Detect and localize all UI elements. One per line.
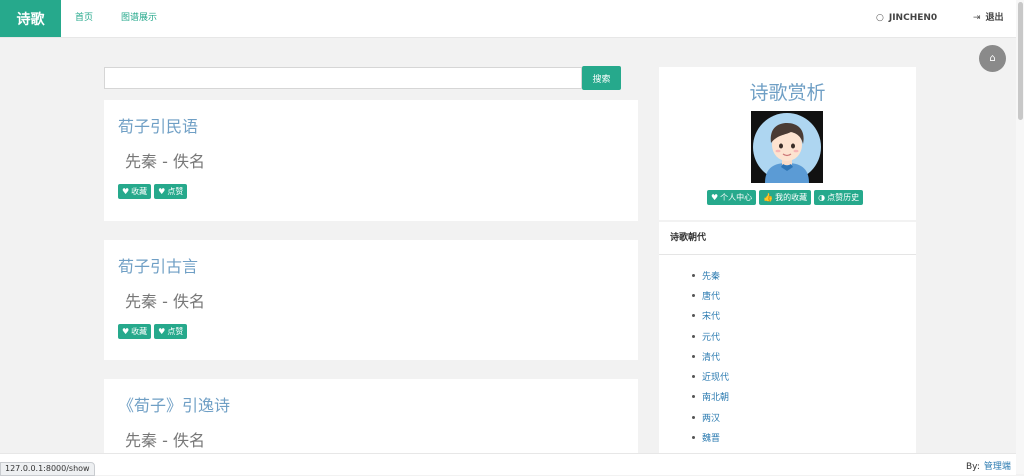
footer-credit: By: 管理端 xyxy=(966,459,1011,472)
brand-logo[interactable]: 诗歌 xyxy=(0,0,61,37)
dynasty-link[interactable]: 先秦 xyxy=(692,265,729,285)
poem-author: 先秦 - 佚名 xyxy=(125,292,205,311)
footer-by-label: By: xyxy=(966,462,980,472)
heart-icon: ♥ xyxy=(711,193,719,202)
logout-label: 退出 xyxy=(985,13,1004,23)
poem-card: 荀子引古言 先秦 - 佚名 ♥ 收藏 ♥ 点赞 xyxy=(104,240,638,360)
search-input[interactable] xyxy=(104,67,582,89)
dynasty-panel: 诗歌朝代 先秦 唐代 宋代 元代 清代 近现代 南北朝 两汉 魏晋 xyxy=(659,222,916,474)
collect-button[interactable]: ♥ 收藏 xyxy=(118,184,152,199)
scrollbar-thumb[interactable] xyxy=(1018,2,1023,120)
page-footer xyxy=(0,453,1016,475)
my-collection-label: 我的收藏 xyxy=(775,193,808,202)
heart-icon: ♥ xyxy=(122,327,130,336)
personal-center-label: 个人中心 xyxy=(720,193,753,202)
adjust-icon: ◑ xyxy=(818,193,826,202)
dynasty-link[interactable]: 唐代 xyxy=(692,285,729,305)
poem-card: 荀子引民语 先秦 - 佚名 ♥ 收藏 ♥ 点赞 xyxy=(104,100,638,221)
dynasty-link[interactable]: 宋代 xyxy=(692,306,729,326)
poem-actions: ♥ 收藏 ♥ 点赞 xyxy=(118,324,188,339)
heart-icon: ♥ xyxy=(158,327,166,336)
user-menu[interactable]: ○ JINCHEN0 xyxy=(876,0,937,37)
home-icon: ⌂ xyxy=(989,53,996,64)
dynasty-link[interactable]: 清代 xyxy=(692,346,729,366)
nav-link-home[interactable]: 首页 xyxy=(75,0,93,37)
top-navbar: 诗歌 首页 图谱展示 ○ JINCHEN0 ⇥ 退出 xyxy=(0,0,1016,38)
poem-title[interactable]: 荀子引民语 xyxy=(118,113,198,137)
collect-label: 收藏 xyxy=(131,187,148,196)
poem-actions: ♥ 收藏 ♥ 点赞 xyxy=(118,184,188,199)
dynasty-header: 诗歌朝代 xyxy=(659,222,916,255)
username-label: JINCHEN0 xyxy=(888,13,938,23)
dynasty-link[interactable]: 两汉 xyxy=(692,407,729,427)
home-float-button[interactable]: ⌂ xyxy=(979,45,1006,72)
poem-author: 先秦 - 佚名 xyxy=(125,152,205,171)
poem-card: 《荀子》引逸诗 先秦 - 佚名 xyxy=(104,379,638,453)
like-button[interactable]: ♥ 点赞 xyxy=(154,324,188,339)
heart-icon: ♥ xyxy=(158,187,166,196)
collect-button[interactable]: ♥ 收藏 xyxy=(118,324,152,339)
my-collection-button[interactable]: 👍 我的收藏 xyxy=(759,190,812,205)
heart-icon: ♥ xyxy=(122,187,130,196)
like-button[interactable]: ♥ 点赞 xyxy=(154,184,188,199)
like-label: 点赞 xyxy=(167,187,184,196)
page-scrollbar[interactable] xyxy=(1016,0,1024,474)
nav-link-graph[interactable]: 图谱展示 xyxy=(121,0,157,37)
dynasty-list: 先秦 唐代 宋代 元代 清代 近现代 南北朝 两汉 魏晋 xyxy=(692,265,729,448)
admin-link[interactable]: 管理端 xyxy=(984,462,1011,472)
poem-author: 先秦 - 佚名 xyxy=(125,431,205,450)
avatar xyxy=(751,111,823,183)
like-history-label: 点赞历史 xyxy=(827,193,860,202)
sidebar-title: 诗歌赏析 xyxy=(749,82,826,104)
logout-link[interactable]: ⇥ 退出 xyxy=(973,0,1004,37)
thumbs-up-icon: 👍 xyxy=(763,193,774,202)
like-label: 点赞 xyxy=(167,327,184,336)
like-history-button[interactable]: ◑ 点赞历史 xyxy=(814,190,864,205)
profile-card: 诗歌赏析 ♥ 个人中心 👍 我的收藏 ◑ 点赞历史 xyxy=(659,67,916,220)
personal-center-button[interactable]: ♥ 个人中心 xyxy=(707,190,757,205)
dynasty-link[interactable]: 魏晋 xyxy=(692,427,729,447)
user-circle-icon: ○ xyxy=(876,13,884,23)
poem-title[interactable]: 《荀子》引逸诗 xyxy=(118,392,230,416)
dynasty-link[interactable]: 南北朝 xyxy=(692,387,729,407)
sign-out-icon: ⇥ xyxy=(973,13,981,23)
dynasty-link[interactable]: 近现代 xyxy=(692,366,729,386)
collect-label: 收藏 xyxy=(131,327,148,336)
dynasty-link[interactable]: 元代 xyxy=(692,326,729,346)
profile-actions: ♥ 个人中心 👍 我的收藏 ◑ 点赞历史 xyxy=(707,190,864,205)
poem-title[interactable]: 荀子引古言 xyxy=(118,253,198,277)
search-button[interactable]: 搜索 xyxy=(582,66,621,90)
